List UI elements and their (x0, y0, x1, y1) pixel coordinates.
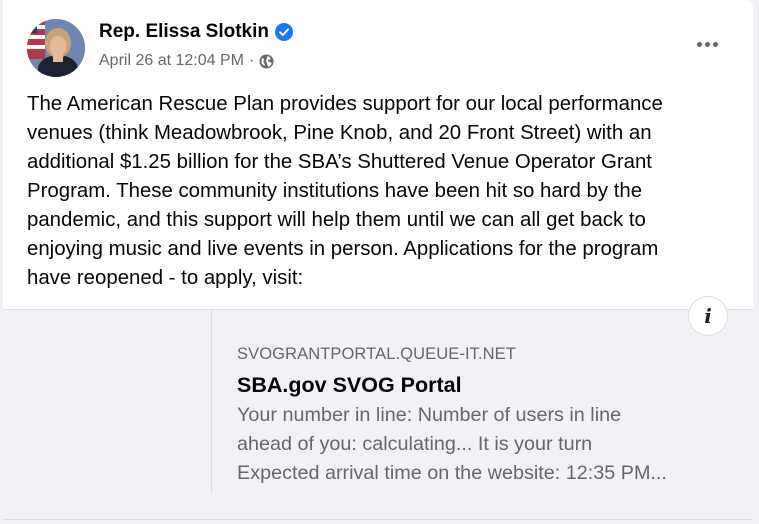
post-body-text: The American Rescue Plan provides suppor… (27, 93, 663, 289)
more-options-icon-dot (696, 41, 702, 47)
more-options-button[interactable] (689, 32, 725, 56)
meta-separator: · (248, 52, 255, 69)
link-preview-info[interactable]: SVOGRANTPORTAL.QUEUE-IT.NET SBA.gov SVOG… (237, 342, 737, 488)
author-name: Rep. Elissa Slotkin (99, 21, 269, 42)
author-name-link[interactable]: Rep. Elissa Slotkin (99, 20, 293, 44)
link-preview-thumbnail[interactable] (3, 310, 212, 493)
author-avatar[interactable] (27, 19, 85, 77)
globe-icon[interactable] (259, 53, 274, 69)
link-title[interactable]: SBA.gov SVOG Portal (237, 370, 737, 400)
post-card: Rep. Elissa Slotkin April 26 at 12:04 PM… (3, 0, 753, 524)
post-header: Rep. Elissa Slotkin April 26 at 12:04 PM… (25, 14, 753, 80)
avatar-image (27, 19, 85, 77)
link-preview-card[interactable]: i SVOGRANTPORTAL.QUEUE-IT.NET SBA.gov SV… (3, 296, 753, 524)
info-icon[interactable]: i (688, 296, 728, 336)
post-timestamp[interactable]: April 26 at 12:04 PM (99, 50, 244, 72)
verified-badge-icon (275, 23, 293, 41)
post-meta: April 26 at 12:04 PM · (99, 50, 274, 72)
link-domain: SVOGRANTPORTAL.QUEUE-IT.NET (237, 345, 516, 363)
divider (3, 519, 753, 520)
more-options-icon-dot (704, 41, 710, 47)
more-options-icon-dot (712, 41, 718, 47)
link-description: Your number in line: Number of users in … (237, 404, 667, 484)
